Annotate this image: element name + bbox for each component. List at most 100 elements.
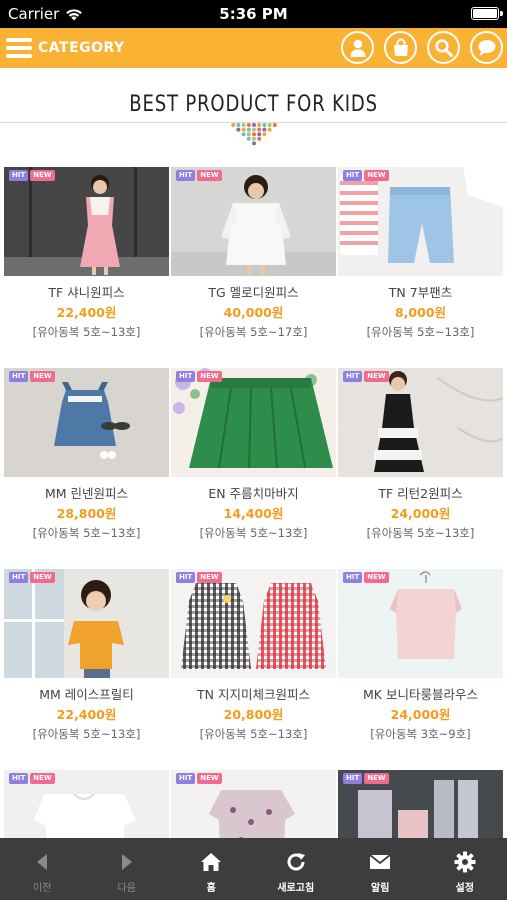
app-header: CATEGORY: [0, 28, 507, 68]
product-card[interactable]: HIT NEW TF 리턴2원피스 24,000원 [유아동복 5호~13호]: [338, 368, 503, 541]
new-badge: NEW: [364, 773, 389, 784]
product-badges: HIT NEW: [9, 170, 55, 181]
home-button[interactable]: 홈: [169, 838, 254, 900]
dotted-triangle-ornament: [231, 123, 277, 146]
product-badges: HIT NEW: [343, 773, 389, 784]
hit-badge: HIT: [9, 773, 29, 784]
product-image[interactable]: HIT NEW: [4, 167, 169, 276]
new-badge: NEW: [197, 773, 222, 784]
new-badge: NEW: [197, 572, 222, 583]
product-card[interactable]: HIT NEW MM 레이스프릴티 22,400원 [유아동복 5호~13호]: [4, 569, 169, 742]
product-card[interactable]: HIT NEW EN 주름치마바지 14,400원 [유아동복 5호~13호]: [171, 368, 336, 541]
new-badge: NEW: [30, 773, 55, 784]
new-badge: NEW: [30, 170, 55, 181]
product-name: TN 지지미체크원피스: [197, 687, 310, 702]
forward-button[interactable]: 다음: [85, 838, 170, 900]
chat-icon: [478, 39, 495, 56]
product-size-range: [유아동복 5호~13호]: [32, 727, 141, 741]
product-size-range: [유아동복 3호~9호]: [370, 727, 471, 741]
product-badges: HIT NEW: [9, 773, 55, 784]
product-size-range: [유아동복 5호~13호]: [199, 727, 308, 741]
notifications-button[interactable]: 알림: [338, 838, 423, 900]
hit-badge: HIT: [343, 572, 363, 583]
hit-badge: HIT: [176, 773, 196, 784]
back-arrow-icon: [30, 850, 54, 874]
product-image[interactable]: HIT NEW: [4, 569, 169, 678]
hit-badge: HIT: [176, 572, 196, 583]
product-size-range: [유아동복 5호~13호]: [199, 526, 308, 540]
refresh-label: 새로고침: [277, 883, 315, 894]
back-button[interactable]: 이전: [0, 838, 85, 900]
hit-badge: HIT: [9, 170, 29, 181]
product-badges: HIT NEW: [9, 572, 55, 583]
product-badges: HIT NEW: [176, 572, 222, 583]
forward-label: 다음: [117, 883, 136, 894]
product-name: EN 주름치마바지: [208, 486, 299, 501]
product-price: 28,800원: [56, 506, 117, 521]
status-bar: Carrier 5:36 PM: [0, 0, 507, 28]
hit-badge: HIT: [176, 170, 196, 181]
product-size-range: [유아동복 5호~13호]: [366, 325, 475, 339]
refresh-icon: [284, 850, 308, 874]
new-badge: NEW: [30, 371, 55, 382]
battery-icon: [471, 7, 499, 20]
product-price: 40,000원: [223, 305, 284, 320]
hit-badge: HIT: [343, 170, 363, 181]
product-image[interactable]: HIT NEW: [338, 167, 503, 276]
new-badge: NEW: [197, 371, 222, 382]
search-icon: [434, 38, 453, 57]
product-image[interactable]: HIT NEW: [338, 368, 503, 477]
product-image[interactable]: HIT NEW: [4, 368, 169, 477]
product-card[interactable]: HIT NEW TN 7부팬츠 8,000원 [유아동복 5호~13호]: [338, 167, 503, 340]
product-size-range: [유아동복 5호~17호]: [199, 325, 308, 339]
category-label: CATEGORY: [38, 40, 125, 56]
chat-button[interactable]: [470, 31, 503, 64]
product-price: 8,000원: [394, 305, 447, 320]
product-badges: HIT NEW: [176, 371, 222, 382]
product-image[interactable]: HIT NEW: [338, 569, 503, 678]
product-name: MM 린넨원피스: [44, 486, 129, 501]
product-price: 20,800원: [223, 707, 284, 722]
product-card[interactable]: HIT NEW TF 샤니원피스 22,400원 [유아동복 5호~13호]: [4, 167, 169, 340]
mail-icon: [368, 850, 392, 874]
product-image[interactable]: HIT NEW: [171, 167, 336, 276]
new-badge: NEW: [30, 572, 55, 583]
product-card[interactable]: HIT NEW MM 린넨원피스 28,800원 [유아동복 5호~13호]: [4, 368, 169, 541]
user-button[interactable]: [341, 31, 374, 64]
new-badge: NEW: [197, 170, 222, 181]
hit-badge: HIT: [343, 371, 363, 382]
category-menu-button[interactable]: CATEGORY: [6, 35, 125, 61]
product-price: 22,400원: [56, 305, 117, 320]
product-image[interactable]: HIT NEW: [171, 368, 336, 477]
hit-badge: HIT: [9, 572, 29, 583]
search-button[interactable]: [427, 31, 460, 64]
product-badges: HIT NEW: [343, 371, 389, 382]
product-name: MK 보니타룽블라우스: [363, 687, 478, 702]
product-badges: HIT NEW: [343, 572, 389, 583]
home-icon: [199, 850, 223, 874]
hit-badge: HIT: [9, 371, 29, 382]
back-label: 이전: [33, 883, 52, 894]
settings-label: 설정: [455, 883, 474, 894]
settings-button[interactable]: 설정: [423, 838, 507, 900]
product-badges: HIT NEW: [176, 773, 222, 784]
product-card[interactable]: HIT NEW TG 멜로디원피스 40,000원 [유아동복 5호~17호]: [171, 167, 336, 340]
product-card[interactable]: HIT NEW TN 지지미체크원피스 20,800원 [유아동복 5호~13호]: [171, 569, 336, 742]
refresh-button[interactable]: 새로고침: [254, 838, 339, 900]
forward-arrow-icon: [115, 850, 139, 874]
bottom-toolbar: 이전 다음 홈 새로고침 알림 설정: [0, 838, 507, 900]
product-card[interactable]: HIT NEW MK 보니타룽블라우스 24,000원 [유아동복 3호~9호]: [338, 569, 503, 742]
new-badge: NEW: [364, 371, 389, 382]
product-size-range: [유아동복 5호~13호]: [32, 526, 141, 540]
notifications-label: 알림: [371, 883, 390, 894]
hamburger-icon: [6, 38, 32, 58]
gear-icon: [453, 850, 477, 874]
clock: 5:36 PM: [219, 5, 288, 23]
hit-badge: HIT: [343, 773, 363, 784]
product-price: 22,400원: [56, 707, 117, 722]
cart-button[interactable]: [384, 31, 417, 64]
product-name: MM 레이스프릴티: [39, 687, 134, 702]
product-price: 24,000원: [390, 707, 451, 722]
home-label: 홈: [206, 883, 216, 894]
product-image[interactable]: HIT NEW: [171, 569, 336, 678]
